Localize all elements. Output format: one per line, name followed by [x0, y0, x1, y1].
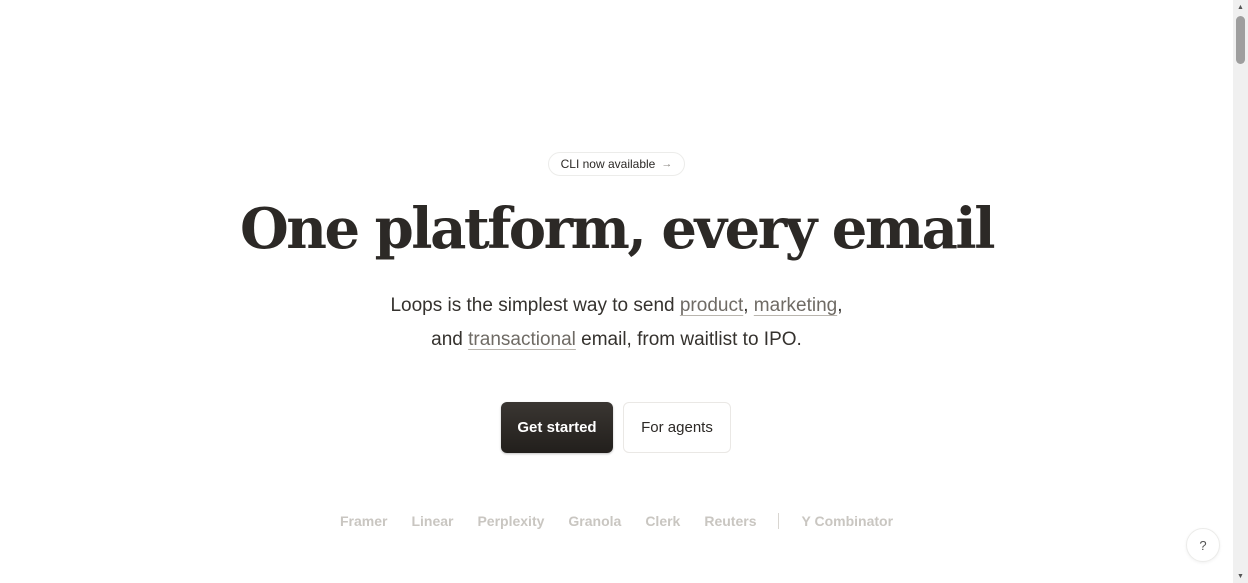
hero-headline: One platform, every email	[240, 196, 995, 262]
logo-framer: Framer	[339, 513, 388, 529]
subtitle-text-2: and	[431, 329, 469, 350]
hero-subtitle: Loops is the simplest way to send produc…	[0, 289, 1233, 357]
help-button[interactable]: ?	[1186, 528, 1220, 562]
subtitle-text-1: Loops is the simplest way to send	[390, 295, 680, 316]
logo-granola: Granola	[568, 513, 622, 529]
cli-announcement-label: CLI now available	[560, 157, 656, 171]
scroll-up-arrow-icon[interactable]: ▲	[1233, 0, 1248, 14]
subtitle-comma-1: ,	[743, 295, 754, 316]
subtitle-text-3: email, from waitlist to IPO.	[575, 329, 802, 350]
vertical-scrollbar[interactable]: ▲ ▼	[1233, 0, 1248, 583]
subtitle-comma-2: ,	[837, 295, 843, 316]
logo-clerk: Clerk	[645, 513, 681, 529]
arrow-right-icon: →	[661, 158, 673, 170]
cli-announcement-badge[interactable]: CLI now available →	[548, 152, 685, 176]
link-product[interactable]: product	[680, 295, 743, 316]
logo-divider	[778, 513, 780, 529]
logo-perplexity: Perplexity	[477, 513, 545, 529]
question-mark-icon: ?	[1199, 537, 1207, 553]
link-marketing[interactable]: marketing	[754, 295, 837, 316]
landing-page: CLI now available → One platform, every …	[0, 0, 1233, 583]
customer-logos: Framer Linear Perplexity Granola Clerk R…	[0, 510, 1233, 532]
logo-linear: Linear	[411, 513, 454, 529]
for-agents-button[interactable]: For agents	[623, 402, 731, 453]
get-started-button[interactable]: Get started	[501, 402, 613, 453]
scroll-down-arrow-icon[interactable]: ▼	[1233, 569, 1248, 583]
scrollbar-thumb[interactable]	[1236, 16, 1245, 64]
logo-y-combinator: Y Combinator	[801, 513, 894, 529]
logo-reuters: Reuters	[704, 513, 757, 529]
link-transactional[interactable]: transactional	[468, 329, 576, 350]
